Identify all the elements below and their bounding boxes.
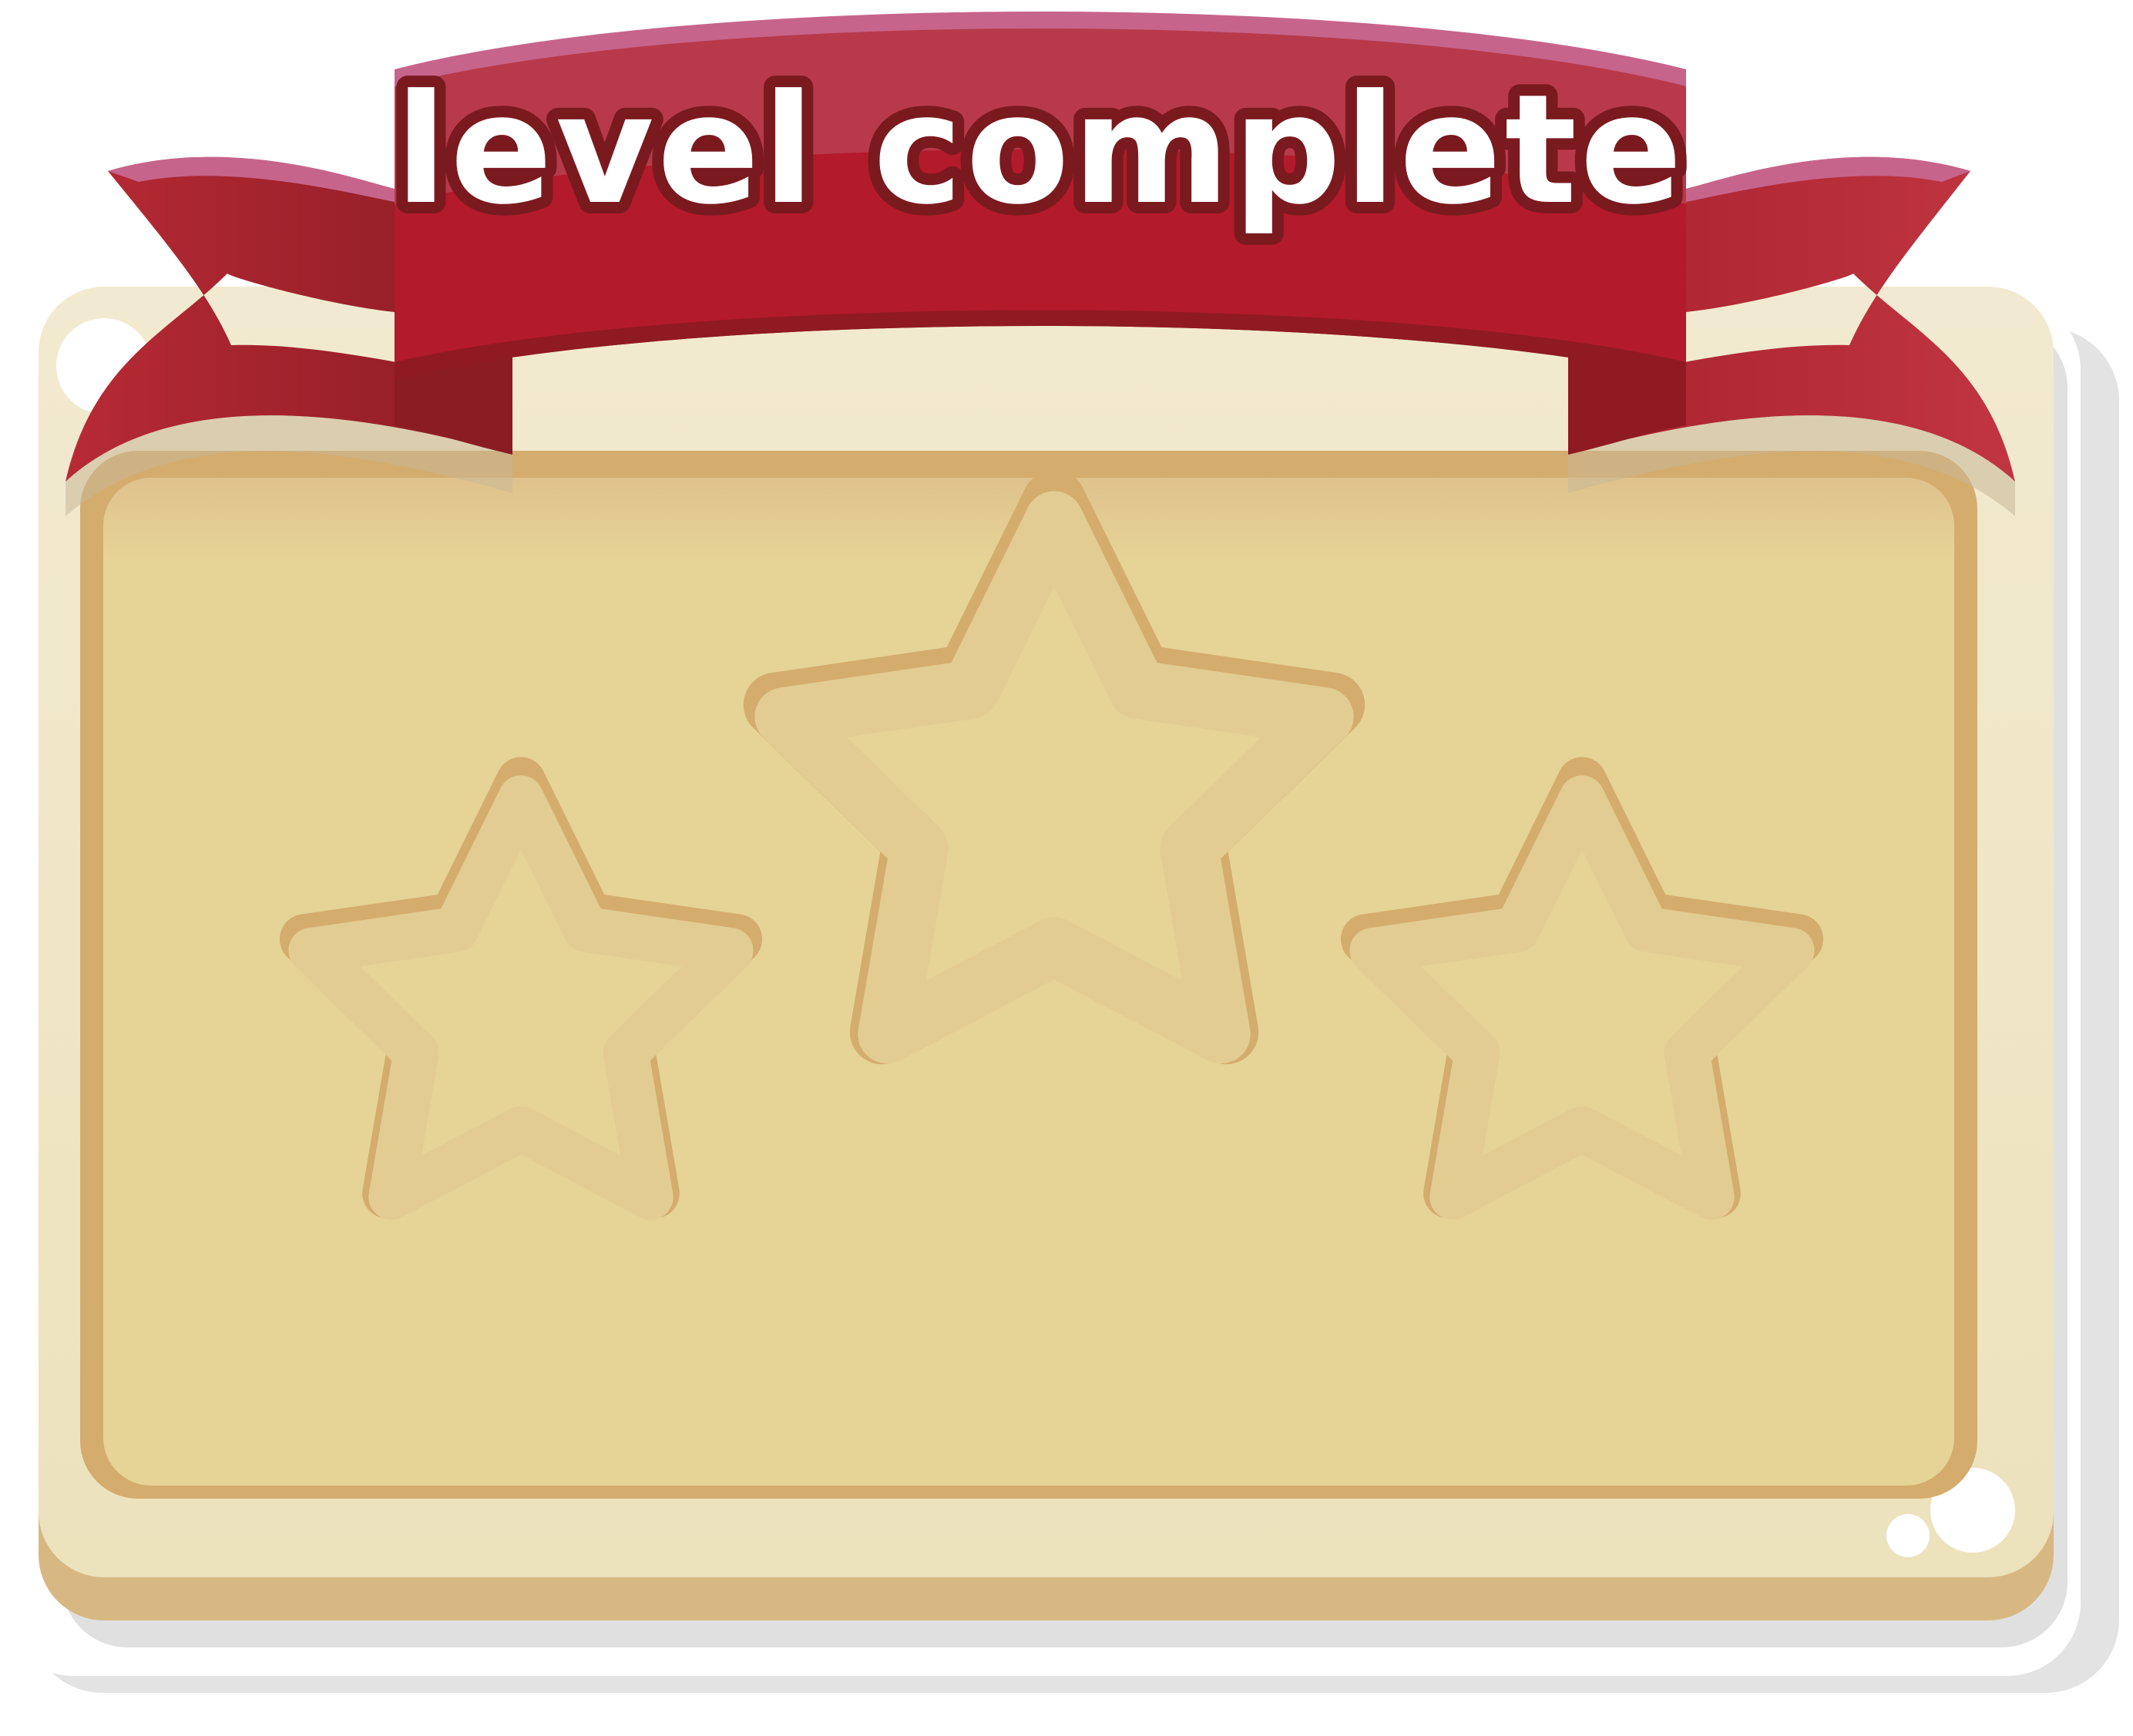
level-complete-scene: level complete level complete [0,12,2119,1693]
level-complete-title: level complete [395,62,1685,238]
highlight-bubble-bottom-right-small [1886,1514,1930,1557]
title-group: level complete level complete [384,51,1694,250]
